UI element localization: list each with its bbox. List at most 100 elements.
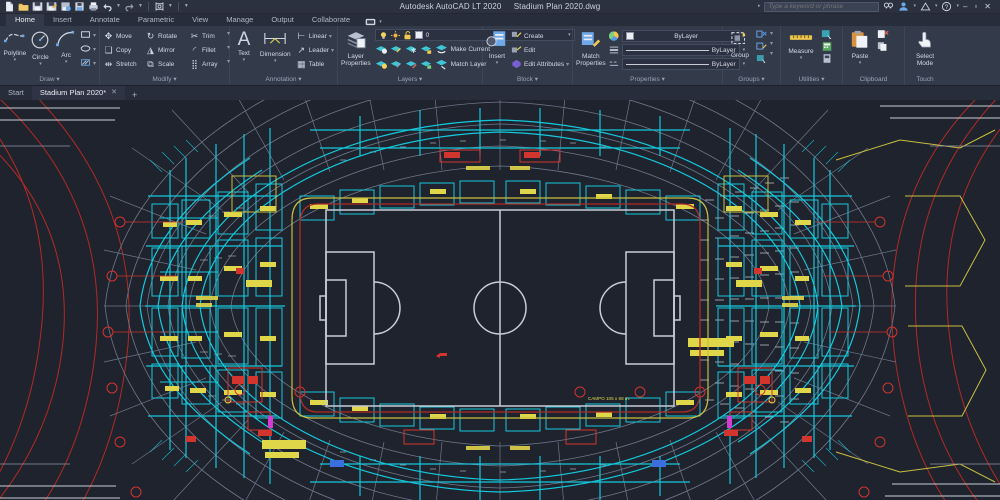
quick-select-icon[interactable] <box>821 29 833 40</box>
panel-title-modify[interactable]: Modify ▾ <box>103 74 226 85</box>
restore-button[interactable]: ▫ <box>974 2 977 11</box>
mirror-button[interactable]: ◮ Mirror <box>145 44 183 57</box>
workspace-icon[interactable] <box>154 1 165 12</box>
leader-dropdown-icon[interactable]: ▾ <box>331 47 334 54</box>
search-expand-icon[interactable]: ▸ <box>758 4 761 9</box>
group-button[interactable]: Group <box>726 28 754 59</box>
dimension-button[interactable]: Dimension ▾ <box>257 28 294 64</box>
layer-thaw-icon[interactable] <box>405 59 417 70</box>
plot-icon[interactable] <box>88 1 99 12</box>
color-combo[interactable]: ByLayer <box>621 30 740 42</box>
hatch-dropdown-icon[interactable]: ▾ <box>93 60 96 67</box>
redo-icon[interactable] <box>124 1 135 12</box>
ribbon-tab-bar[interactable]: Home Insert Annotate Parametric View Man… <box>0 14 1000 26</box>
linear-dim-button[interactable]: ⊢ Linear ▾ <box>296 30 334 43</box>
trim-button[interactable]: ✂ Trim <box>189 30 221 43</box>
circle-dropdown-icon[interactable]: ▾ <box>39 62 42 67</box>
panel-title-utilities[interactable]: Utilities ▾ <box>784 74 839 85</box>
tab-annotate[interactable]: Annotate <box>81 14 129 26</box>
layer-off-icon[interactable] <box>375 44 387 55</box>
drawing-canvas[interactable]: CAMPO 105 x 68 m. <box>0 100 1000 500</box>
tab-manage[interactable]: Manage <box>217 14 262 26</box>
linear-dim-dropdown-icon[interactable]: ▾ <box>329 33 332 40</box>
hatch-button[interactable]: ▾ <box>80 57 96 70</box>
polyline-dropdown-icon[interactable]: ▾ <box>14 58 17 63</box>
insert-block-button[interactable]: Insert ▾ <box>486 28 508 66</box>
ribbon-minimize-icon[interactable]: ▾ <box>379 19 382 25</box>
arc-button[interactable]: Arc ▾ <box>54 28 78 65</box>
layer-freeze-icon[interactable] <box>405 44 417 55</box>
quick-access-toolbar[interactable]: ▼ ▼ ▼ ▼ <box>0 1 189 12</box>
arc-dropdown-icon[interactable]: ▾ <box>65 60 68 65</box>
dimension-dropdown-icon[interactable]: ▾ <box>274 59 277 64</box>
text-dropdown-icon[interactable]: ▾ <box>243 58 246 63</box>
autodesk-a-icon[interactable] <box>920 1 931 12</box>
open-icon[interactable] <box>18 1 29 12</box>
lineweight-combo[interactable]: ByLayer <box>621 44 740 56</box>
layer-unisolate-icon[interactable] <box>390 59 402 70</box>
unlock-icon[interactable] <box>403 30 412 40</box>
text-button[interactable]: A Text ▾ <box>233 28 255 63</box>
account-dropdown-icon[interactable]: ▾ <box>913 4 916 9</box>
tab-output[interactable]: Output <box>262 14 303 26</box>
search-network-icon[interactable] <box>883 1 894 12</box>
search-box[interactable] <box>764 1 880 12</box>
leader-button[interactable]: ↗ Leader ▾ <box>296 44 334 57</box>
ribbon-display-options[interactable]: ▾ <box>365 18 382 26</box>
make-current-icon[interactable] <box>435 43 448 55</box>
panel-title-groups[interactable]: Groups ▾ <box>726 74 777 85</box>
panel-title-layers[interactable]: Layers ▾ <box>341 74 479 85</box>
table-button[interactable]: ▦ Table <box>296 58 334 71</box>
lightbulb-on-icon[interactable] <box>379 31 388 40</box>
match-layer-icon[interactable] <box>435 58 448 70</box>
linetype-icon[interactable] <box>609 59 619 69</box>
layer-lock-icon[interactable] <box>420 44 432 55</box>
close-icon[interactable]: ✕ <box>111 86 117 100</box>
ungroup-icon[interactable] <box>756 29 768 40</box>
array-button[interactable]: ⣿ Array <box>189 58 221 71</box>
start-tab[interactable]: Start <box>0 86 32 100</box>
window-controls[interactable]: – ▫ ✕ <box>963 2 995 11</box>
new-tab-button[interactable]: + <box>125 90 144 100</box>
copy-clip-icon[interactable] <box>877 41 889 52</box>
group-edit-icon[interactable] <box>756 41 768 52</box>
rectangle-dropdown-icon[interactable]: ▾ <box>93 32 96 39</box>
groups-dropdown-1[interactable]: ▾ <box>770 30 773 37</box>
minimize-button[interactable]: – <box>963 2 967 11</box>
save-icon[interactable] <box>32 1 43 12</box>
match-properties-button[interactable]: Match Properties <box>576 28 606 67</box>
panel-title-clipboard[interactable]: Clipboard <box>846 74 901 85</box>
help-dropdown-icon[interactable]: ▾ <box>956 4 959 9</box>
layer-isolate-icon[interactable] <box>390 44 402 55</box>
undo-dropdown-icon[interactable]: ▼ <box>116 4 121 9</box>
scale-button[interactable]: ⧉ Scale <box>145 58 183 71</box>
panel-title-properties[interactable]: Properties ▾ <box>576 74 719 85</box>
search-input[interactable] <box>768 3 876 10</box>
redo-dropdown-icon[interactable]: ▼ <box>138 4 143 9</box>
layer-properties-button[interactable]: Layer Properties <box>341 28 371 67</box>
linetype-combo[interactable]: ByLayer <box>621 58 740 70</box>
create-block-button[interactable]: Create <box>511 30 569 43</box>
color-wheel-icon[interactable] <box>608 31 619 41</box>
rectangle-button[interactable]: ▾ <box>80 29 96 42</box>
paste-button[interactable]: Paste ▾ <box>846 28 874 66</box>
layer-on-icon[interactable] <box>375 59 387 70</box>
qat-customize-icon[interactable]: ▼ <box>184 4 189 9</box>
move-button[interactable]: ✥ Move <box>103 30 139 43</box>
export-icon[interactable] <box>74 1 85 12</box>
tab-parametric[interactable]: Parametric <box>129 14 183 26</box>
panel-title-draw[interactable]: Draw ▾ <box>3 74 96 85</box>
save-as-icon[interactable] <box>46 1 57 12</box>
rotate-button[interactable]: ↻ Rotate <box>145 30 183 43</box>
sun-freeze-icon[interactable] <box>390 30 400 40</box>
workspace-dropdown-icon[interactable]: ▼ <box>168 4 173 9</box>
ellipse-dropdown-icon[interactable]: ▾ <box>93 46 96 53</box>
sign-in-icon[interactable] <box>898 1 909 12</box>
group-select-icon[interactable] <box>756 53 768 64</box>
autodesk-dropdown-icon[interactable]: ▾ <box>935 4 938 9</box>
drawing-tab[interactable]: Stadium Plan 2020* ✕ <box>31 86 126 100</box>
panel-title-touch[interactable]: Touch <box>908 74 942 85</box>
measure-dropdown-icon[interactable]: ▾ <box>800 56 803 61</box>
file-tab-bar[interactable]: Start Stadium Plan 2020* ✕ + <box>0 86 1000 100</box>
undo-icon[interactable] <box>102 1 113 12</box>
